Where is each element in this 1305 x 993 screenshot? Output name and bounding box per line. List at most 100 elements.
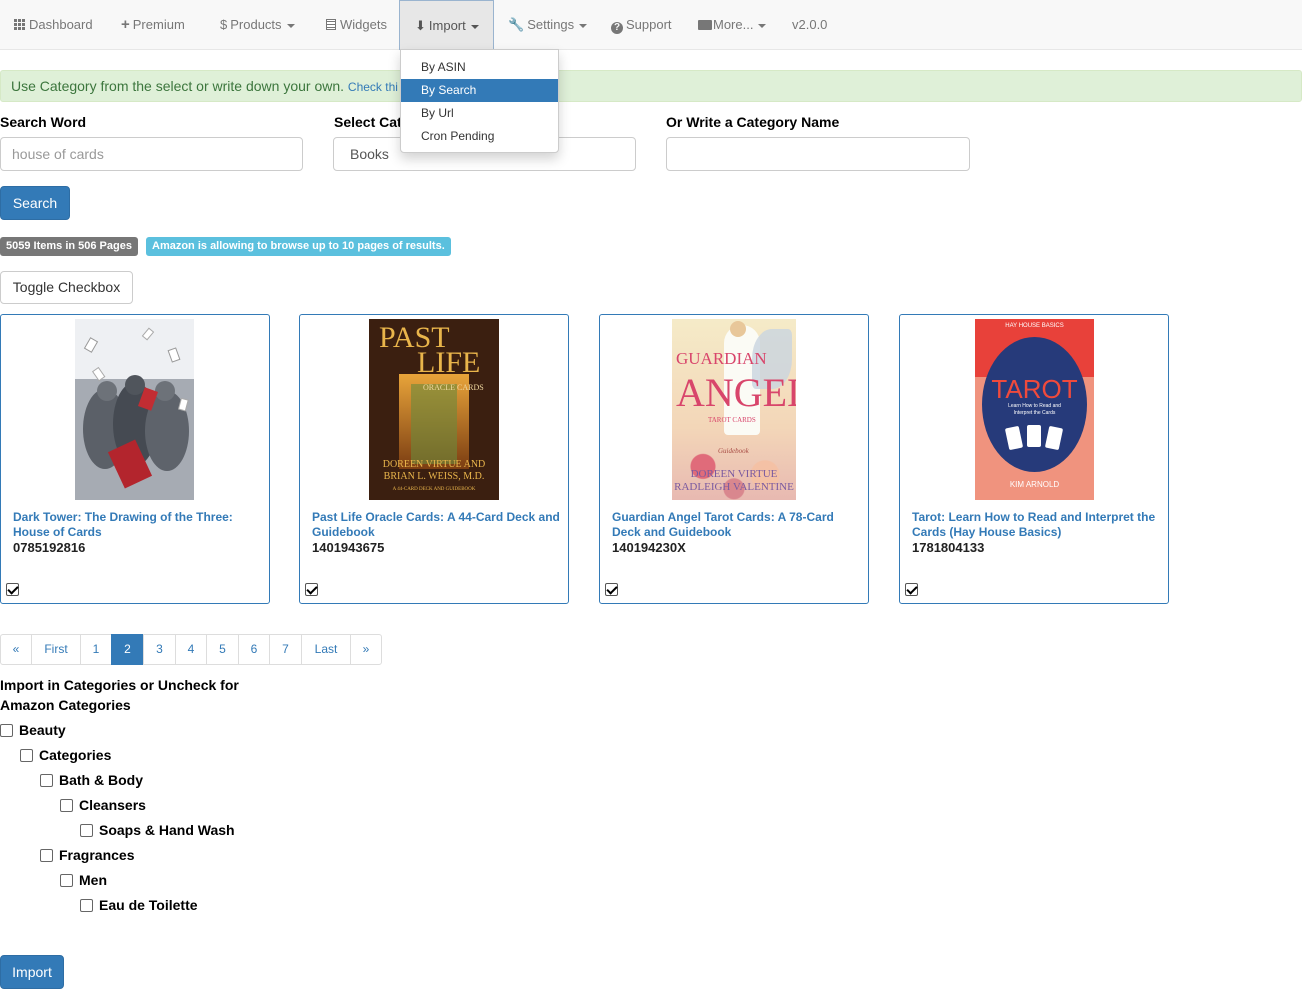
product-checkbox[interactable]	[605, 583, 618, 596]
cover-title-2: ANGEL	[676, 370, 796, 415]
version-label: v2.0.0	[792, 17, 828, 32]
plus-icon: +	[121, 16, 130, 33]
product-image[interactable]: HAY HOUSE BASICS TAROT Learn How to Read…	[975, 319, 1094, 500]
cover-title-2: LIFE	[417, 346, 481, 379]
product-asin: 0785192816	[13, 540, 86, 555]
product-title[interactable]: Guardian Angel Tarot Cards: A 78-Card De…	[612, 510, 862, 540]
cover-author: KIM ARNOLD	[1009, 480, 1060, 489]
nav-import-label: Import	[428, 18, 466, 33]
chevron-down-icon	[758, 23, 767, 28]
product-title[interactable]: Tarot: Learn How to Read and Interpret t…	[912, 510, 1162, 540]
category-checkbox[interactable]	[40, 849, 53, 862]
results-info-badge: Amazon is allowing to browse up to 10 pa…	[146, 237, 451, 256]
product-title[interactable]: Dark Tower: The Drawing of the Three: Ho…	[13, 510, 263, 540]
nav-premium[interactable]: + Premium	[121, 0, 185, 50]
tree-item[interactable]: Categories	[20, 745, 111, 765]
product-checkbox[interactable]	[305, 583, 318, 596]
cover-author-1: DOREEN VIRTUE AND	[382, 459, 486, 470]
alert-link[interactable]: Check thi	[348, 80, 398, 94]
tree-item[interactable]: Fragrances	[40, 845, 134, 865]
tree-item[interactable]: Cleansers	[60, 795, 146, 815]
import-dropdown-menu: By ASIN By Search By Url Cron Pending	[400, 49, 559, 153]
tree-item[interactable]: Bath & Body	[40, 770, 143, 790]
menu-item-by-search[interactable]: By Search	[401, 79, 558, 102]
category-checkbox[interactable]	[40, 774, 53, 787]
menu-item-by-asin[interactable]: By ASIN	[401, 56, 558, 79]
cover-subtitle: A 44-CARD DECK AND GUIDEBOOK	[392, 487, 476, 492]
page-first[interactable]: First	[31, 634, 81, 665]
nav-products[interactable]: $ Products	[220, 0, 295, 50]
tree-item-label: Soaps & Hand Wash	[99, 822, 235, 838]
tree-item[interactable]: Beauty	[0, 720, 66, 740]
page-1[interactable]: 1	[80, 634, 112, 665]
nav-support-label: Support	[626, 17, 672, 32]
page-6[interactable]: 6	[238, 634, 270, 665]
cover-author-1: DOREEN VIRTUE	[690, 468, 778, 480]
menu-item-cron-pending[interactable]: Cron Pending	[401, 125, 558, 148]
page-2[interactable]: 2	[111, 634, 144, 665]
nav-dashboard[interactable]: Dashboard	[14, 0, 93, 50]
product-card: PAST LIFE ORACLE CARDS DOREEN VIRTUE AND…	[299, 314, 569, 604]
tree-item-label: Categories	[39, 747, 112, 763]
tree-item[interactable]: Soaps & Hand Wash	[80, 820, 235, 840]
category-select-value: Books	[350, 146, 389, 162]
category-checkbox[interactable]	[80, 899, 93, 912]
nav-widgets[interactable]: Widgets	[326, 0, 387, 50]
category-name-input[interactable]	[666, 137, 970, 171]
tree-item-label: Bath & Body	[59, 772, 143, 788]
cover-series: HAY HOUSE BASICS	[1005, 323, 1064, 329]
cover-title-4: Guidebook	[718, 447, 749, 455]
menu-item-by-url[interactable]: By Url	[401, 102, 558, 125]
category-checkbox[interactable]	[60, 874, 73, 887]
page-5[interactable]: 5	[206, 634, 239, 665]
search-word-input[interactable]	[0, 137, 303, 171]
cover-title-2: Learn How to Read and Interpret the Card…	[1008, 403, 1061, 416]
nav-support[interactable]: ? Support	[611, 0, 672, 50]
cover-title-3: TAROT CARDS	[708, 416, 756, 424]
product-asin: 1781804133	[912, 540, 985, 555]
list-icon	[326, 19, 336, 30]
product-image[interactable]: GUARDIAN ANGEL TAROT CARDS Guidebook DOR…	[672, 319, 796, 500]
page-4[interactable]: 4	[175, 634, 207, 665]
category-checkbox[interactable]	[60, 799, 73, 812]
product-title[interactable]: Past Life Oracle Cards: A 44-Card Deck a…	[312, 510, 562, 540]
nav-products-label: Products	[230, 17, 282, 32]
category-checkbox[interactable]	[80, 824, 93, 837]
page-3[interactable]: 3	[143, 634, 176, 665]
select-category-label: Select Cat	[334, 114, 402, 130]
product-image[interactable]	[75, 319, 194, 500]
product-card: Dark Tower: The Drawing of the Three: Ho…	[0, 314, 270, 604]
page-7[interactable]: 7	[269, 634, 302, 665]
question-icon: ?	[611, 22, 623, 34]
nav-settings[interactable]: 🔧 Settings	[508, 0, 588, 50]
import-button[interactable]: Import	[0, 955, 64, 989]
nav-widgets-label: Widgets	[340, 17, 387, 32]
nav-dashboard-label: Dashboard	[29, 17, 93, 32]
cover-author-2: RADLEIGH VALENTINE	[674, 481, 794, 493]
page-last[interactable]: Last	[301, 634, 351, 665]
page-prev[interactable]: «	[0, 634, 32, 665]
nav-import[interactable]: ⬇ Import	[399, 0, 494, 50]
nav-more[interactable]: More...	[698, 0, 767, 50]
category-checkbox[interactable]	[20, 749, 33, 762]
category-checkbox[interactable]	[0, 724, 13, 737]
product-image[interactable]: PAST LIFE ORACLE CARDS DOREEN VIRTUE AND…	[369, 319, 499, 500]
nav-more-label: More...	[713, 17, 754, 32]
tree-item[interactable]: Eau de Toilette	[80, 895, 198, 915]
results-count-badge: 5059 Items in 506 Pages	[0, 237, 138, 256]
page-next[interactable]: »	[350, 634, 382, 665]
product-asin: 140194230X	[612, 540, 686, 555]
grid-icon	[14, 19, 25, 30]
tree-item[interactable]: Men	[60, 870, 107, 890]
alert-text: Use Category from the select or write do…	[11, 78, 345, 94]
product-checkbox[interactable]	[905, 583, 918, 596]
cover-title-1: GUARDIAN	[676, 349, 767, 368]
chevron-down-icon	[579, 23, 588, 28]
nav-settings-label: Settings	[527, 17, 575, 32]
product-checkbox[interactable]	[6, 583, 19, 596]
search-button[interactable]: Search	[0, 186, 70, 220]
write-category-label: Or Write a Category Name	[666, 114, 840, 130]
chevron-down-icon	[470, 24, 479, 29]
chevron-down-icon	[286, 23, 295, 28]
toggle-checkbox-button[interactable]: Toggle Checkbox	[0, 271, 133, 304]
